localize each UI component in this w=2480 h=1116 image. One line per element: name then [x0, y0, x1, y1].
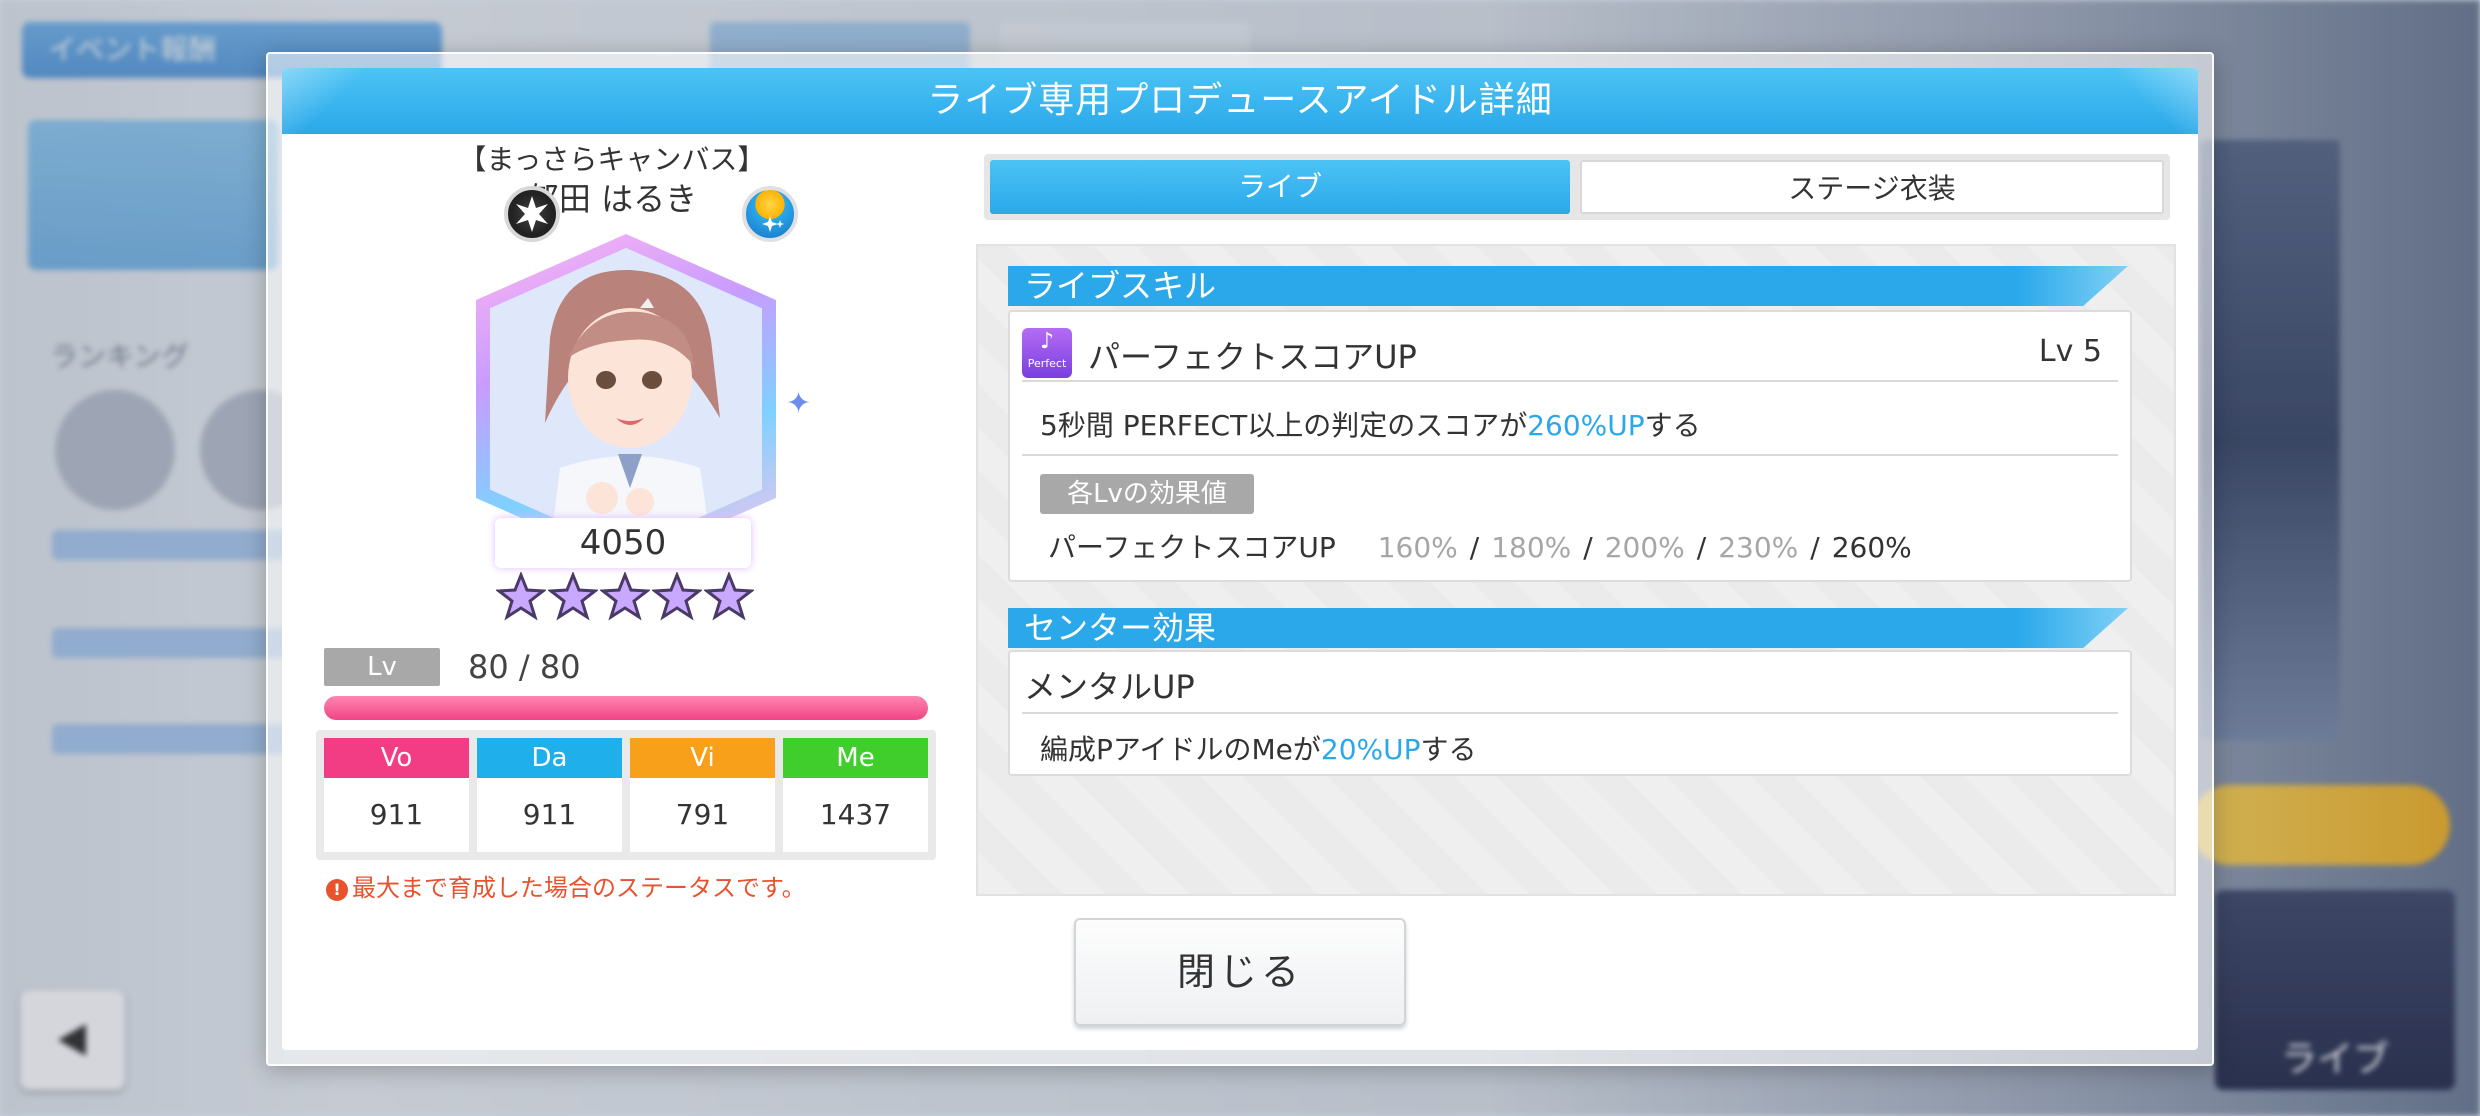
stat-da: Da 911 — [477, 738, 622, 852]
skill-icon-text: Perfect — [1027, 357, 1067, 370]
idol-illustration — [490, 248, 762, 550]
tab-live[interactable]: ライブ — [990, 160, 1570, 214]
effect-separator: / — [1696, 531, 1707, 564]
desc-highlight: 260%UP — [1527, 409, 1645, 442]
header-decoration — [282, 68, 362, 134]
stat-label: Me — [783, 738, 928, 778]
stat-label: Vi — [630, 738, 775, 778]
desc-suffix: する — [1644, 409, 1701, 442]
star-icon — [548, 572, 598, 621]
live-skill-box: ♪ Perfect パーフェクトスコアUP Lv 5 5秒間 PERFECT以上… — [1008, 310, 2132, 582]
center-effect-header: センター効果 — [1008, 608, 2128, 648]
close-button[interactable]: 閉じる — [1074, 918, 1406, 1026]
live-skill-name: パーフェクトスコアUP — [1088, 338, 1417, 376]
effect-value: 160% — [1377, 531, 1458, 564]
attribute-icon-left — [504, 186, 560, 242]
status-note: ! 最大まで育成した場合のステータスです。 — [326, 868, 806, 903]
level-value: 80 / 80 — [468, 648, 581, 686]
idol-name: 郁田 はるき — [526, 180, 698, 218]
center-effect-box: メンタルUP 編成PアイドルのMeが20%UPする — [1008, 650, 2132, 776]
center-effect-name: メンタルUP — [1024, 668, 1195, 706]
live-skill-row: ♪ Perfect パーフェクトスコアUP Lv 5 — [1022, 322, 2118, 382]
effect-value: 260% — [1831, 531, 1912, 564]
effect-value: 230% — [1718, 531, 1799, 564]
level-label: Lv — [324, 648, 440, 686]
sparkle-icon: ✦ — [786, 386, 812, 421]
status-note-text: 最大まで育成した場合のステータスです。 — [352, 874, 806, 902]
portrait-image — [490, 248, 762, 550]
stat-value: 911 — [369, 798, 424, 831]
idol-detail-dialog: ライブ専用プロデュースアイドル詳細 【まっさらキャンバス】 郁田 はるき ✦ 4… — [266, 52, 2214, 1066]
perfect-skill-icon: ♪ Perfect — [1022, 328, 1072, 378]
live-skill-header: ライブスキル — [1008, 266, 2128, 306]
star-icon — [652, 572, 702, 621]
effect-values-tag: 各Lvの効果値 — [1040, 474, 1254, 514]
idol-epithet: 【まっさらキャンバス】 — [458, 143, 766, 176]
effect-value: 200% — [1604, 531, 1685, 564]
stat-value: 791 — [675, 798, 730, 831]
live-skill-level: Lv 5 — [2038, 334, 2102, 369]
stat-me: Me 1437 — [783, 738, 928, 852]
dialog-title: ライブ専用プロデュースアイドル詳細 — [927, 80, 1553, 121]
stat-label: Vo — [324, 738, 469, 778]
divider — [1022, 712, 2118, 714]
effect-separator: / — [1810, 531, 1820, 564]
level-progress-bar — [324, 696, 928, 720]
center-effect-description: 編成PアイドルのMeが20%UPする — [1040, 728, 1477, 768]
burst-icon — [516, 196, 548, 232]
sun-sparkle-icon — [762, 216, 784, 232]
status-table: Vo 911 Da 911 Vi 791 Me 1437 — [316, 730, 936, 860]
stat-label: Da — [477, 738, 622, 778]
stat-vo: Vo 911 — [324, 738, 469, 852]
detail-tabs: ライブ ステージ衣装 — [984, 154, 2170, 220]
live-skill-description: 5秒間 PERFECT以上の判定のスコアが260%UPする — [1040, 404, 1701, 444]
effect-name: パーフェクトスコアUP — [1048, 531, 1336, 564]
level-progress-fill — [324, 696, 928, 720]
tab-stage-costume[interactable]: ステージ衣装 — [1580, 160, 2164, 214]
center-desc-highlight: 20%UP — [1320, 733, 1421, 766]
divider — [1022, 454, 2118, 456]
effect-separator: / — [1469, 531, 1480, 564]
star-icon — [496, 572, 546, 621]
warning-icon: ! — [326, 879, 348, 901]
skill-panel: ライブスキル ♪ Perfect パーフェクトスコアUP Lv 5 5秒間 PE… — [976, 244, 2176, 896]
stat-value: 1437 — [819, 798, 892, 831]
desc-text: 5秒間 PERFECT以上の判定のスコアが — [1040, 409, 1528, 442]
effect-separator: / — [1583, 531, 1593, 564]
idol-power: 4050 — [495, 518, 751, 568]
center-desc-text: 編成PアイドルのMeが — [1040, 733, 1321, 766]
center-desc-suffix: する — [1420, 733, 1477, 766]
stat-vi: Vi 791 — [630, 738, 775, 852]
star-icon — [704, 572, 754, 621]
dialog-header: ライブ専用プロデュースアイドル詳細 — [282, 68, 2198, 134]
star-icon — [600, 572, 650, 621]
effect-values-line: パーフェクトスコアUP 160% / 180% / 200% / 230% / 260% — [1048, 526, 1912, 566]
idol-portrait[interactable] — [476, 234, 776, 564]
note-icon: ♪ — [1039, 329, 1055, 354]
star-rating — [496, 572, 756, 628]
stat-value: 911 — [522, 798, 577, 831]
attribute-icon-right — [742, 186, 798, 242]
effect-value: 180% — [1491, 531, 1572, 564]
header-decoration — [2118, 68, 2198, 134]
